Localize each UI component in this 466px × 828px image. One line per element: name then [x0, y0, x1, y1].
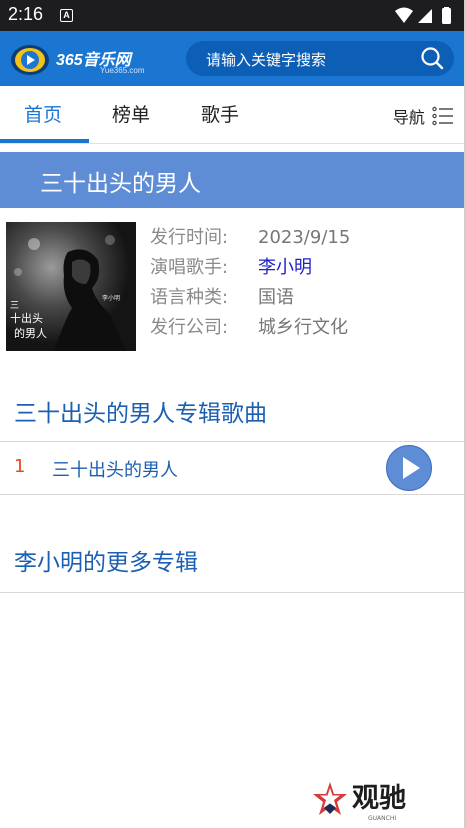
- tab-singers[interactable]: 歌手: [201, 100, 239, 127]
- search-icon[interactable]: [420, 46, 444, 70]
- search-placeholder: 请输入关键字搜索: [206, 51, 327, 69]
- album-title: 三十出头的男人: [40, 171, 201, 197]
- song-name[interactable]: 三十出头的男人: [52, 456, 178, 482]
- notification-icon: A: [60, 9, 73, 22]
- status-bar: 2:16 A: [0, 0, 466, 31]
- cover-artist-text: 李小明: [102, 294, 120, 302]
- info-label: 演唱歌手:: [150, 257, 229, 278]
- more-albums-heading[interactable]: 李小明的更多专辑: [14, 543, 198, 577]
- wifi-icon: [395, 7, 413, 23]
- active-tab-indicator: [0, 139, 89, 143]
- singer-row: 演唱歌手: 李小明: [150, 256, 350, 286]
- play-button-icon[interactable]: [385, 444, 433, 492]
- logo-play-icon: [11, 45, 49, 75]
- nav-menu-button[interactable]: 导航: [392, 104, 454, 127]
- album-title-bar: 三十出头的男人: [0, 152, 464, 208]
- logo-url: Yue365.com: [100, 66, 145, 75]
- cover-text-line1: 三: [10, 301, 19, 311]
- release-date-value: 2023/9/15: [258, 227, 351, 248]
- nav-tabs: 首页 榜单 歌手 导航: [0, 86, 466, 144]
- star-logo-icon: 观驰 GUANCHI: [313, 782, 406, 822]
- watermark-subtext: GUANCHI: [368, 815, 396, 822]
- tab-charts[interactable]: 榜单: [112, 100, 150, 127]
- singer-link[interactable]: 李小明: [258, 257, 312, 278]
- cover-text-line3: 的男人: [14, 326, 47, 340]
- song-index: 1: [14, 456, 26, 477]
- song-row[interactable]: 1 三十出头的男人: [0, 442, 464, 494]
- header-bar: 365音乐网 Yue365.com 请输入关键字搜索: [0, 31, 466, 86]
- watermark-logo: 观驰 GUANCHI: [310, 778, 425, 824]
- battery-icon: [442, 8, 451, 24]
- album-songs-heading: 三十出头的男人专辑歌曲: [14, 401, 267, 427]
- menu-list-icon: [432, 106, 453, 126]
- tab-home[interactable]: 首页: [24, 100, 62, 127]
- language-value: 国语: [258, 287, 294, 308]
- language-row: 语言种类: 国语: [150, 286, 350, 316]
- watermark-text: 观驰: [352, 783, 406, 814]
- nav-menu-label: 导航: [392, 108, 425, 127]
- status-icons: [395, 7, 451, 24]
- site-logo[interactable]: 365音乐网 Yue365.com: [10, 39, 160, 79]
- album-info: 发行时间: 2023/9/15 演唱歌手: 李小明 语言种类: 国语 发行公司: 城乡行…: [150, 226, 350, 346]
- info-label: 语言种类:: [150, 287, 229, 308]
- album-cover-art: 三 十出头 的男人 李小明: [6, 222, 136, 351]
- signal-icon: [418, 9, 432, 23]
- divider: [0, 494, 464, 495]
- info-label: 发行时间:: [150, 227, 229, 248]
- divider: [0, 592, 464, 593]
- album-cover[interactable]: 三 十出头 的男人 李小明: [6, 222, 136, 351]
- status-time: 2:16: [8, 4, 44, 24]
- publisher-row: 发行公司: 城乡行文化: [150, 316, 350, 346]
- search-input[interactable]: 请输入关键字搜索: [186, 41, 454, 76]
- info-label: 发行公司:: [150, 317, 229, 338]
- publisher-value: 城乡行文化: [258, 317, 348, 338]
- cover-text-line2: 十出头: [10, 311, 43, 325]
- release-date-row: 发行时间: 2023/9/15: [150, 226, 350, 256]
